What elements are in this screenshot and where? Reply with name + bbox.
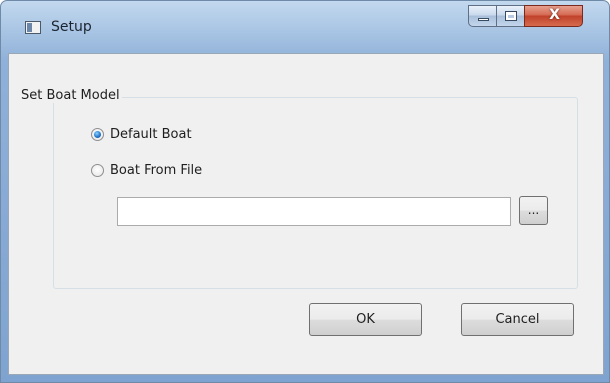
close-icon: X	[549, 7, 560, 23]
boat-from-file-option[interactable]: Boat From File	[91, 163, 202, 178]
default-boat-radio[interactable]	[91, 128, 104, 141]
group-title: Set Boat Model	[19, 88, 122, 103]
cancel-button[interactable]: Cancel	[461, 303, 574, 336]
default-boat-option[interactable]: Default Boat	[91, 127, 192, 142]
title-bar[interactable]: Setup X	[1, 1, 609, 53]
minimize-icon	[478, 18, 489, 21]
close-button[interactable]: X	[524, 5, 583, 27]
window-title: Setup	[51, 19, 92, 35]
ok-button[interactable]: OK	[309, 303, 422, 336]
boat-from-file-radio[interactable]	[91, 164, 104, 177]
browse-button[interactable]: ...	[519, 196, 548, 225]
minimize-button[interactable]	[468, 5, 497, 27]
maximize-button[interactable]	[496, 5, 525, 27]
app-icon[interactable]	[25, 21, 41, 34]
boat-from-file-label: Boat From File	[110, 163, 203, 178]
maximize-icon	[505, 11, 517, 21]
set-boat-model-group	[53, 97, 578, 289]
dialog-client-area: Set Boat Model Default Boat Boat From Fi…	[8, 53, 604, 375]
default-boat-label: Default Boat	[110, 127, 192, 142]
file-path-input[interactable]	[117, 197, 511, 226]
setup-window: Setup X Set Boat Model Default Boat Boat…	[0, 0, 610, 383]
